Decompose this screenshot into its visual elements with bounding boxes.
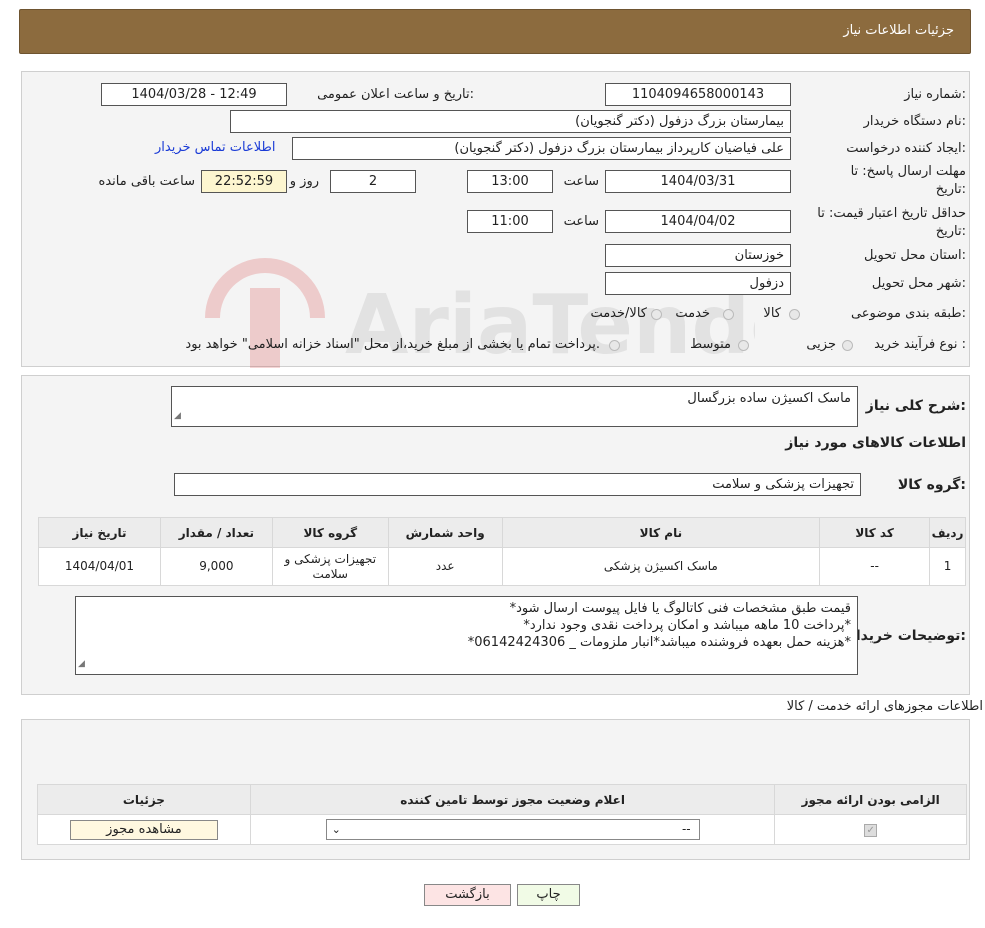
days-label: روز و — [289, 174, 319, 189]
view-permit-button[interactable]: مشاهده مجوز — [69, 819, 218, 840]
deadline-time-field: 13:00 — [467, 170, 553, 193]
process-note: پرداخت تمام یا بخشی از مبلغ خرید،از محل … — [185, 337, 600, 352]
announce-datetime-field: 1404/03/28 - 12:49 — [101, 83, 287, 106]
page-header: جزئیات اطلاعات نیاز — [19, 9, 971, 54]
validity-date-field: 1404/04/02 — [605, 210, 791, 233]
deadline-label: مهلت ارسال پاسخ: تا — [850, 164, 966, 179]
buyer-notes-label: توضیحات خریدار: — [847, 628, 966, 644]
province-label: استان محل تحویل: — [864, 248, 966, 263]
need-number-label: شماره نیاز: — [904, 87, 966, 102]
process-medium-label: متوسط — [690, 337, 731, 352]
col-row: ردیف — [929, 517, 966, 548]
validity-label: حداقل تاریخ اعتبار قیمت: تا — [817, 206, 966, 221]
summary-label: شرح کلی نیاز: — [865, 398, 966, 414]
goods-table: ردیف کد کالا نام کالا واحد شمارش گروه کا… — [38, 517, 966, 586]
page-title: جزئیات اطلاعات نیاز — [843, 23, 954, 38]
resize-grip-icon[interactable]: ◢ — [78, 656, 85, 673]
cell-qty: 9,000 — [159, 547, 273, 586]
cell-group: تجهیزات پزشکی و سلامت — [271, 547, 389, 586]
summary-textarea[interactable]: ماسک اکسیژن ساده بزرگسال ◢ — [171, 386, 858, 427]
back-button[interactable]: بازگشت — [424, 884, 511, 906]
cell-row: 1 — [929, 547, 966, 586]
announce-label: تاریخ و ساعت اعلان عمومی: — [317, 87, 474, 102]
city-field: دزفول — [605, 272, 791, 295]
print-button[interactable]: چاپ — [517, 884, 580, 906]
col-permit-required: الزامی بودن ارائه مجوز — [774, 784, 967, 815]
permit-status-value: -- — [681, 822, 691, 836]
buyer-field: بیمارستان بزرگ دزفول (دکتر گنجویان) — [230, 110, 791, 133]
cell-code: -- — [819, 547, 931, 586]
process-treasury-radio[interactable] — [609, 340, 620, 351]
watermark-logo: AriaTender.neT — [205, 258, 755, 373]
col-group: گروه کالا — [271, 517, 389, 548]
remaining-time-field: 22:52:59 — [201, 170, 287, 193]
buyer-note-line: قیمت طبق مشخصات فنی کاتالوگ یا فایل پیوس… — [509, 601, 851, 616]
buyer-contact-link[interactable]: اطلاعات تماس خریدار — [155, 140, 275, 155]
goods-group-field: تجهیزات پزشکی و سلامت — [174, 473, 861, 496]
col-name: نام کالا — [501, 517, 821, 548]
days-field: 2 — [330, 170, 416, 193]
cell-unit: عدد — [387, 547, 503, 586]
need-number-field: 1104094658000143 — [605, 83, 791, 106]
permit-required-checkbox[interactable]: ✓ — [864, 824, 878, 837]
permit-status-cell: -- ⌄ — [249, 814, 776, 845]
permit-details-cell: مشاهده مجوز — [37, 814, 251, 845]
col-date: تاریخ نیاز — [38, 517, 161, 548]
validity-time-field: 11:00 — [467, 210, 553, 233]
category-service-radio[interactable] — [723, 309, 734, 320]
process-partial-label: جزیی — [806, 337, 836, 352]
deadline-date-field: 1404/03/31 — [605, 170, 791, 193]
province-field: خوزستان — [605, 244, 791, 267]
cell-name: ماسک اکسیژن پزشکی — [501, 547, 821, 586]
cell-date: 1404/04/01 — [38, 547, 161, 586]
validity-label-2: تاریخ: — [935, 224, 966, 239]
resize-grip-icon[interactable]: ◢ — [174, 408, 181, 425]
permits-title: اطلاعات مجوزهای ارائه خدمت / کالا — [786, 699, 983, 714]
permits-table: الزامی بودن ارائه مجوز اعلام وضعیت مجوز … — [37, 784, 967, 845]
creator-field: علی فیاضیان کارپرداز بیمارستان بزرگ دزفو… — [292, 137, 791, 160]
table-row: ✓ -- ⌄ مشاهده مجوز — [37, 814, 967, 845]
table-row: 1 -- ماسک اکسیژن پزشکی عدد تجهیزات پزشکی… — [38, 547, 966, 586]
creator-label: ایجاد کننده درخواست: — [846, 141, 966, 156]
goods-info-title: اطلاعات کالاهای مورد نیاز — [785, 435, 966, 451]
buyer-note-line: *هزینه حمل بعهده فروشنده میباشد*انبار مل… — [467, 635, 851, 650]
col-code: کد کالا — [819, 517, 931, 548]
process-label: نوع فرآیند خرید : — [874, 337, 966, 352]
buyer-note-line: *پرداخت 10 ماهه میباشد و امکان پرداخت نق… — [523, 618, 851, 633]
permit-status-select[interactable]: -- ⌄ — [325, 819, 700, 840]
process-medium-radio[interactable] — [738, 340, 749, 351]
remaining-label: ساعت باقی مانده — [98, 174, 195, 189]
col-qty: تعداد / مقدار — [159, 517, 273, 548]
col-permit-details: جزئیات — [37, 784, 251, 815]
category-both-radio[interactable] — [651, 309, 662, 320]
deadline-label-2: تاریخ: — [935, 182, 966, 197]
col-permit-status: اعلام وضعیت مجوز توسط تامین کننده — [249, 784, 776, 815]
col-unit: واحد شمارش — [387, 517, 503, 548]
buyer-notes-textarea[interactable]: قیمت طبق مشخصات فنی کاتالوگ یا فایل پیوس… — [75, 596, 858, 675]
buyer-label: نام دستگاه خریدار: — [863, 114, 966, 129]
process-partial-radio[interactable] — [842, 340, 853, 351]
city-label: شهر محل تحویل: — [871, 276, 966, 291]
validity-time-label: ساعت — [563, 214, 599, 229]
permit-required-cell: ✓ — [774, 814, 967, 845]
goods-group-label: گروه کالا: — [897, 477, 966, 493]
category-label: طبقه بندی موضوعی: — [850, 306, 966, 321]
deadline-time-label: ساعت — [563, 174, 599, 189]
chevron-down-icon: ⌄ — [331, 823, 341, 836]
summary-text: ماسک اکسیژن ساده بزرگسال — [687, 391, 851, 406]
category-both-label: کالا/خدمت — [590, 306, 647, 321]
category-goods-label: کالا — [763, 306, 781, 321]
category-goods-radio[interactable] — [789, 309, 800, 320]
category-service-label: خدمت — [675, 306, 710, 321]
